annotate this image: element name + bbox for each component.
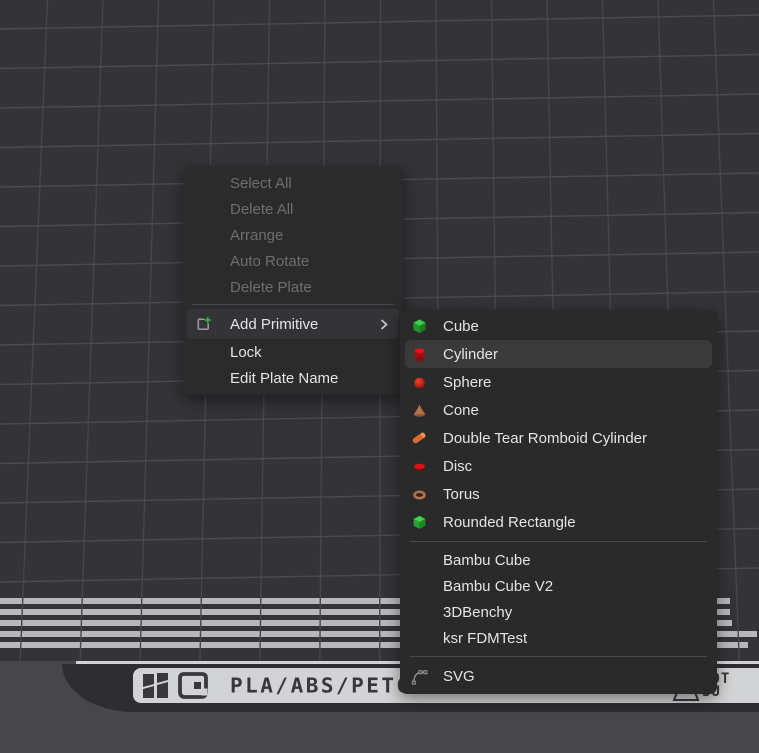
submenu-arrow-icon <box>379 317 389 332</box>
submenu-item-bambu-cube-v2[interactable]: Bambu Cube V2 <box>400 573 717 599</box>
submenu-item-rounded-rectangle[interactable]: Rounded Rectangle <box>400 508 717 536</box>
menu-item-edit-plate-name[interactable]: Edit Plate Name <box>183 365 403 391</box>
plate-context-menu: Select All Delete All Arrange Auto Rotat… <box>183 166 403 395</box>
torus-icon <box>410 486 428 503</box>
submenu-item-svg[interactable]: SVG <box>400 662 717 690</box>
submenu-item-disc[interactable]: Disc <box>400 452 717 480</box>
menu-separator <box>410 656 707 657</box>
menu-item-lock[interactable]: Lock <box>183 339 403 365</box>
submenu-item-bambu-cube[interactable]: Bambu Cube <box>400 547 717 573</box>
submenu-item-double-tear-romboid-cylinder[interactable]: Double Tear Romboid Cylinder <box>400 424 717 452</box>
plate-type-logo <box>178 672 208 699</box>
slicer-viewport: PLA/ABS/PETG HOT SU Select All Delete Al… <box>0 0 759 753</box>
menu-item-delete-all[interactable]: Delete All <box>183 196 403 222</box>
menu-separator <box>192 304 394 305</box>
sphere-icon <box>410 374 428 391</box>
plate-material-label: PLA/ABS/PETG <box>230 674 412 697</box>
submenu-item-cylinder[interactable]: Cylinder <box>405 340 712 368</box>
cone-icon <box>410 402 428 419</box>
menu-item-auto-rotate[interactable]: Auto Rotate <box>183 248 403 274</box>
menu-item-add-primitive[interactable]: Add Primitive <box>187 309 399 339</box>
menu-separator <box>410 541 707 542</box>
submenu-item-3dbenchy[interactable]: 3DBenchy <box>400 599 717 625</box>
add-primitive-submenu: Cube Cylinder Sphere <box>400 310 717 694</box>
menu-item-arrange[interactable]: Arrange <box>183 222 403 248</box>
cube-icon <box>410 318 428 335</box>
submenu-item-sphere[interactable]: Sphere <box>400 368 717 396</box>
double-tear-romboid-cylinder-icon <box>410 429 428 447</box>
bambu-lab-logo <box>142 672 169 699</box>
submenu-item-ksr-fdmtest[interactable]: ksr FDMTest <box>400 625 717 651</box>
menu-item-delete-plate[interactable]: Delete Plate <box>183 274 403 300</box>
menu-item-select-all[interactable]: Select All <box>183 170 403 196</box>
submenu-item-cone[interactable]: Cone <box>400 396 717 424</box>
add-primitive-icon <box>195 316 212 333</box>
bezier-curve-icon <box>410 667 428 686</box>
submenu-item-cube[interactable]: Cube <box>400 312 717 340</box>
cylinder-icon <box>410 346 428 363</box>
disc-icon <box>410 458 428 475</box>
rounded-rectangle-icon <box>410 514 428 531</box>
submenu-item-torus[interactable]: Torus <box>400 480 717 508</box>
